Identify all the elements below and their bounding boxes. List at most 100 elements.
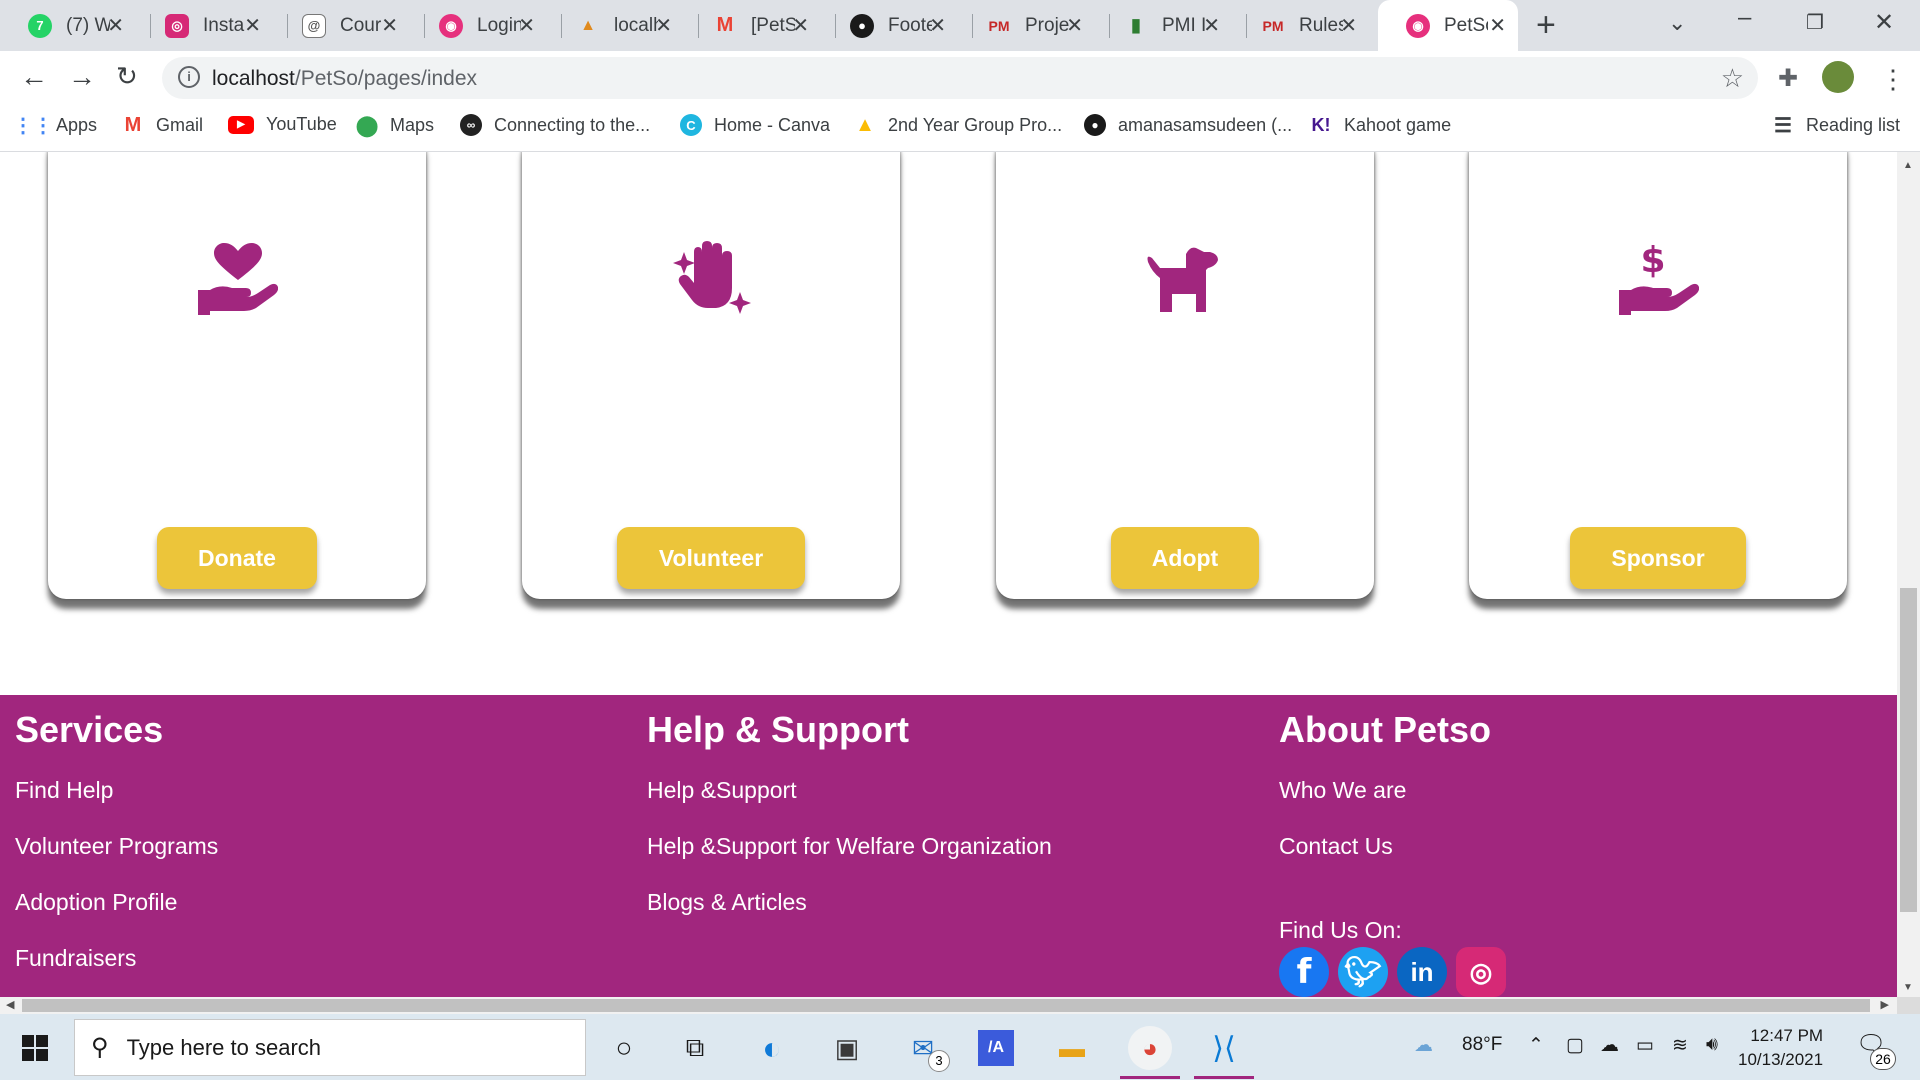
close-icon[interactable]: ✕ [792,13,809,38]
close-icon[interactable]: ✕ [1340,13,1357,38]
edge-browser-icon[interactable]: ◐ [752,1028,792,1068]
footer-heading: Services [15,709,164,750]
file-explorer-icon[interactable]: ▬ [1052,1028,1092,1068]
browser-tab[interactable]: M [PetS ✕ [685,0,821,51]
scroll-up-arrow-icon[interactable]: ▲ [1903,160,1913,171]
app-icon[interactable]: /A [978,1030,1014,1066]
windows-start-icon[interactable] [22,1035,48,1061]
footer-link[interactable]: Fundraisers [15,945,136,972]
footer-link[interactable]: Find Help [15,777,113,804]
close-icon[interactable]: ✕ [1066,13,1083,38]
browser-tab[interactable]: ● Foote ✕ [822,0,958,51]
close-icon[interactable]: ✕ [1203,13,1220,38]
browser-tab[interactable]: PM Proje ✕ [959,0,1095,51]
browser-tab[interactable]: ◎ Insta ✕ [137,0,273,51]
footer-link[interactable]: Help &Support for Welfare Organization [647,833,1052,860]
weather-text[interactable]: 88°F [1462,1034,1502,1056]
cortana-icon[interactable]: ○ [604,1028,644,1068]
footer-link[interactable]: Adoption Profile [15,889,177,916]
new-tab-button[interactable]: + [1536,8,1556,42]
whatsapp-icon: 7 [28,13,52,38]
volume-icon[interactable]: 🔊︎ [1706,1034,1718,1056]
facebook-icon[interactable]: f [1279,947,1329,997]
scroll-left-arrow-icon[interactable]: ◀ [6,998,14,1011]
close-icon[interactable]: ✕ [655,13,672,38]
browser-tab[interactable]: ◉ Login ✕ [411,0,547,51]
window-close-button[interactable]: ✕ [1874,8,1894,37]
close-icon[interactable]: ✕ [929,13,946,38]
minimize-button[interactable]: – [1738,4,1751,32]
bookmark-drive[interactable]: ▲ 2nd Year Group Pro... [854,114,1062,136]
tab-search-chevron-icon[interactable]: ⌄ [1668,10,1686,36]
donate-card: Donate [48,152,426,599]
browser-tab[interactable]: PM Rules ✕ [1233,0,1369,51]
tray-chevron-icon[interactable]: ⌃ [1528,1034,1544,1057]
adopt-button[interactable]: Adopt [1111,527,1259,589]
linkedin-icon[interactable]: in [1397,947,1447,997]
reading-list-button[interactable]: ☰ Reading list [1772,114,1900,137]
donate-button[interactable]: Donate [157,527,317,589]
pm-icon: PM [1262,17,1284,34]
browser-tab[interactable]: ▮ PMI I ✕ [1096,0,1232,51]
taskbar-search-box[interactable]: ⚲ Type here to search [74,1019,586,1076]
footer-link[interactable]: Blogs & Articles [647,889,807,916]
weather-icon[interactable]: ☁ [1414,1034,1433,1057]
chrome-icon[interactable]: ◕ [1128,1026,1172,1070]
twitter-icon[interactable]: 🐦︎ [1338,947,1388,997]
bookmark-youtube[interactable]: ▶ YouTube [228,114,337,135]
footer-link[interactable]: Help &Support [647,777,797,804]
bookmark-maps[interactable]: ⬤ Maps [356,114,434,137]
scrollbar-thumb[interactable] [22,999,1870,1012]
restore-button[interactable]: ❐ [1806,10,1824,35]
reload-icon[interactable]: ↻ [116,61,138,92]
close-icon[interactable]: ✕ [244,13,261,38]
scroll-right-arrow-icon[interactable]: ▶ [1881,998,1889,1011]
profile-avatar[interactable] [1822,61,1854,93]
close-icon[interactable]: ✕ [518,13,535,38]
scrollbar-thumb[interactable] [1900,588,1917,912]
heart-hand-icon [198,243,278,315]
bookmark-apps[interactable]: ⋮⋮ Apps [13,114,97,137]
wifi-icon[interactable]: ≋ [1672,1034,1688,1057]
vscode-icon[interactable]: ⟩⟨ [1204,1028,1244,1068]
footer-link[interactable]: Contact Us [1279,833,1393,860]
bookmark-canva[interactable]: C Home - Canva [680,114,830,136]
onedrive-icon[interactable]: ☁ [1600,1034,1619,1057]
kebab-menu-icon[interactable]: ⋮ [1880,64,1906,95]
back-arrow-icon[interactable]: ← [20,61,48,93]
scroll-down-arrow-icon[interactable]: ▼ [1903,982,1913,993]
footer-link[interactable]: Who We are [1279,777,1406,804]
find-us-label: Find Us On: [1279,917,1402,943]
forward-arrow-icon[interactable]: → [68,61,96,93]
browser-tab[interactable]: 7 (7) W ✕ [0,0,136,51]
footer-heading: About Petso [1279,709,1491,750]
bookmark-star-icon[interactable]: ☆ [1721,63,1744,94]
close-icon[interactable]: ✕ [1489,13,1506,38]
footer-link[interactable]: Volunteer Programs [15,833,218,860]
extensions-puzzle-icon[interactable]: ✚ [1778,64,1798,93]
task-view-icon[interactable]: ⧉ [675,1028,715,1068]
bookmark-github[interactable]: ● amanasamsudeen (... [1084,114,1292,136]
close-icon[interactable]: ✕ [107,13,124,38]
bookmark-gmail[interactable]: M Gmail [122,114,203,136]
browser-tab[interactable]: ▲ localh ✕ [548,0,684,51]
taskbar-clock[interactable]: 12:47 PM 10/13/2021 [1738,1024,1823,1072]
site-info-icon[interactable]: i [178,66,200,88]
meet-now-icon[interactable]: ▢ [1566,1034,1584,1057]
horizontal-scrollbar[interactable]: ◀ ▶ [0,997,1897,1014]
browser-tab[interactable]: @ Cour ✕ [274,0,410,51]
browser-tab-active[interactable]: ◉ PetSo ✕ [1378,0,1518,51]
store-icon[interactable]: ▣ [827,1028,867,1068]
course-icon: @ [302,13,326,38]
volunteer-button[interactable]: Volunteer [617,527,805,589]
tab-strip: 7 (7) W ✕ ◎ Insta ✕ @ Cour ✕ ◉ Login ✕ ▲… [0,0,1920,51]
pm-icon: PM [988,17,1010,34]
instagram-icon[interactable]: ◎ [1456,947,1506,997]
bookmark-kahoot[interactable]: K! Kahoot game [1310,114,1452,136]
vertical-scrollbar[interactable]: ▲ ▼ [1897,152,1920,997]
sponsor-button[interactable]: Sponsor [1570,527,1746,589]
close-icon[interactable]: ✕ [381,13,398,38]
battery-icon[interactable]: ▭ [1636,1034,1654,1057]
bookmark-connecting[interactable]: ∞ Connecting to the... [460,114,650,136]
address-bar[interactable]: i localhost/PetSo/pages/index ☆ [162,57,1758,99]
